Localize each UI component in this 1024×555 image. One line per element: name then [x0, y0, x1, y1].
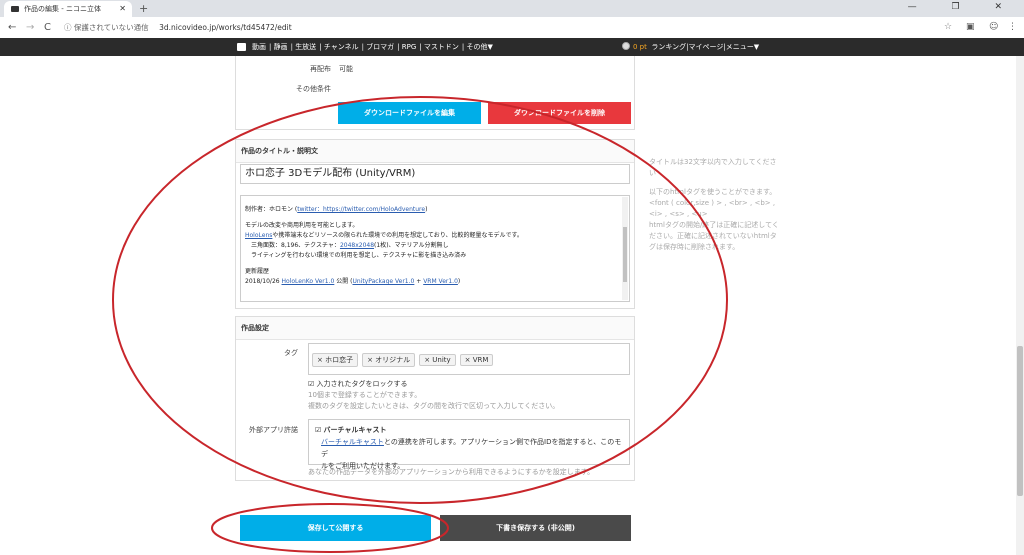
side-help-title-rule: タイトルは32文字以内で入力してください: [649, 158, 777, 177]
delete-download-file-button[interactable]: ダウンロードファイルを削除: [488, 102, 631, 124]
menu-link[interactable]: メニュー▼: [726, 43, 759, 51]
window-controls[interactable]: — ❐ ✕: [908, 0, 1018, 15]
vcast-checkbox[interactable]: ☑: [315, 426, 321, 434]
textarea-scrollbar[interactable]: [622, 197, 628, 300]
nav-link-channel[interactable]: チャンネル: [324, 43, 359, 51]
forward-icon[interactable]: →: [26, 17, 34, 38]
vrm-link[interactable]: VRM Ver1.0: [423, 278, 458, 285]
desc-text: や携帯端末などリソースの限られた環境での利用を想定しており、比較的軽量なモデルで…: [272, 232, 523, 239]
lock-checkbox[interactable]: ☑: [308, 380, 314, 388]
desc-text: (1枚)、マテリアル分割無し: [374, 242, 449, 249]
nav-link-rpg[interactable]: RPG: [402, 43, 417, 51]
redistribution-value: 可能: [339, 65, 353, 73]
url-field[interactable]: ⓘ 保護されていない通信 3d.nicovideo.jp/works/td454…: [64, 20, 964, 35]
description-line: HoloLensや携帯端末などリソースの限られた環境での利用を想定しており、比較…: [245, 231, 625, 241]
back-icon[interactable]: ←: [8, 17, 16, 38]
description-textarea[interactable]: 制作者：ホロモン (twitter：https://twitter.com/Ho…: [240, 195, 630, 302]
other-conditions-label: その他条件: [296, 85, 331, 93]
desc-text: 2018/10/26: [245, 278, 282, 285]
side-help: タイトルは32文字以内で入力してください 以下のhtmlタグを使うことができます…: [649, 157, 779, 253]
site-nav: 動画 | 静画 | 生放送 | チャンネル | ブロマガ | RPG | マストドン | その…: [252, 43, 493, 51]
external-app-box: ☑ バーチャルキャスト バーチャルキャストとの連携を許可します。アプリケーション…: [308, 419, 630, 470]
hololens-link[interactable]: HoloLens: [245, 232, 272, 239]
vcast-desc: バーチャルキャストとの連携を許可します。アプリケーション側で作品IDを指定すると…: [315, 436, 623, 460]
side-help-note: htmlタグの開始/終了は正確に記述してください。正確に記述されていないhtml…: [649, 221, 779, 251]
save-draft-button[interactable]: 下書き保存する (非公開): [440, 515, 631, 541]
desc-text: 三角面数：8,196、テクスチャ：: [245, 242, 340, 249]
redistribution-label: 再配布: [310, 65, 331, 73]
browser-tabstrip: 作品の編集 - ニコニ立体 ✕ + — ❐ ✕: [0, 0, 1024, 17]
page-scrollbar-thumb[interactable]: [1017, 346, 1023, 496]
site-header: 動画 | 静画 | 生放送 | チャンネル | ブロマガ | RPG | マストドン | その…: [0, 38, 1024, 56]
mypage-link[interactable]: マイページ: [688, 43, 723, 51]
tag-chip[interactable]: × オリジナル: [362, 353, 416, 367]
description-line: ライティングを行わない環境での利用を想定し、テクスチャに影を描き込み済み: [245, 252, 467, 259]
nav-link-live[interactable]: 生放送: [295, 43, 316, 51]
title-description-panel: 作品のタイトル・説明文 ホロ恋子 3Dモデル配布 (Unity/VRM) 制作者…: [235, 139, 635, 309]
address-bar: ← → C ⓘ 保護されていない通信 3d.nicovideo.jp/works…: [0, 17, 1024, 39]
side-help-tag-list: <font ( color,size ) > , <br> , <b> , <i…: [649, 199, 776, 218]
save-publish-button[interactable]: 保存して公開する: [240, 515, 431, 541]
browser-menu-icon[interactable]: ⋮: [1008, 21, 1017, 34]
nav-link-other[interactable]: その他▼: [466, 43, 492, 51]
niconico-tv-icon[interactable]: [237, 43, 246, 51]
description-line: 更新履歴: [245, 268, 270, 275]
site-header-right: 0 pt ランキング|マイページ|メニュー▼: [622, 38, 759, 56]
title-input[interactable]: ホロ恋子 3Dモデル配布 (Unity/VRM): [240, 164, 630, 184]
profile-icon[interactable]: ☺: [989, 21, 998, 34]
edit-download-file-button[interactable]: ダウンロードファイルを編集: [338, 102, 481, 124]
desc-text: 公開 (: [334, 278, 353, 285]
favicon-icon: [11, 6, 19, 12]
reload-icon[interactable]: C: [44, 17, 51, 38]
version-link[interactable]: HoloLenKo Ver1.0: [282, 278, 335, 285]
desc-text: ): [457, 278, 461, 285]
tag-input[interactable]: × ホロ恋子 × オリジナル × Unity × VRM: [308, 343, 630, 375]
external-hint: あなたの作品データを外部のアプリケーションから利用できるようにするかを設定します…: [308, 468, 595, 476]
tab-close-icon[interactable]: ✕: [119, 1, 126, 17]
tag-chip[interactable]: × ホロ恋子: [312, 353, 359, 367]
title-section-heading: 作品のタイトル・説明文: [236, 140, 634, 163]
nav-link-seiga[interactable]: 静画: [274, 43, 288, 51]
vcast-label: バーチャルキャスト: [323, 426, 387, 434]
settings-panel: 作品設定 タグ × ホロ恋子 × オリジナル × Unity × VRM ☑ 入力され…: [235, 316, 635, 481]
nav-link-blomaga[interactable]: ブロマガ: [366, 43, 394, 51]
ranking-link[interactable]: ランキング: [651, 43, 686, 51]
url-text: 3d.nicovideo.jp/works/td45472/edit: [159, 23, 292, 32]
description-line: 2018/10/26 HoloLenKo Ver1.0 公開 (UnityPac…: [245, 277, 625, 287]
security-indicator[interactable]: ⓘ 保護されていない通信: [64, 23, 149, 32]
vcast-link[interactable]: バーチャルキャスト: [321, 438, 384, 446]
extension-icon[interactable]: ▣: [966, 21, 975, 34]
description-line: 三角面数：8,196、テクスチャ：2048x2048(1枚)、マテリアル分割無し: [245, 241, 625, 251]
tag-chip[interactable]: × VRM: [459, 354, 494, 366]
tag-label: タグ: [284, 349, 298, 357]
points-display[interactable]: 0 pt: [633, 43, 647, 51]
bookmark-star-icon[interactable]: ☆: [944, 20, 952, 35]
tag-hint-2: 複数のタグを設定したいときは、タグの間を改行で区切って入力してください。: [308, 402, 560, 410]
side-help-tags: 以下のhtmlタグを使うことができます。: [649, 188, 777, 196]
desc-text: 制作者：ホロモン (: [245, 206, 298, 213]
coin-icon: [622, 42, 630, 50]
new-tab-button[interactable]: +: [139, 0, 148, 17]
twitter-link[interactable]: twitter：https://twitter.com/HoloAdventur…: [297, 206, 425, 213]
texture-size-link[interactable]: 2048x2048: [340, 242, 374, 249]
lock-tags-row[interactable]: ☑ 入力されたタグをロックする: [308, 379, 408, 389]
desc-text: ): [425, 206, 428, 213]
tag-chip[interactable]: × Unity: [419, 354, 456, 366]
external-app-label: 外部アプリ許諾: [249, 426, 298, 434]
description-line: 制作者：ホロモン (twitter：https://twitter.com/Ho…: [245, 205, 625, 215]
settings-heading: 作品設定: [236, 317, 634, 340]
nav-link-douga[interactable]: 動画: [252, 43, 266, 51]
tab-title: 作品の編集 - ニコニ立体: [24, 5, 101, 13]
nav-link-mastodon[interactable]: マストドン: [424, 43, 459, 51]
vcast-row[interactable]: ☑ バーチャルキャスト: [315, 424, 623, 436]
download-panel: 再配布 可能 その他条件 ダウンロードファイルを編集 ダウンロードファイルを削除: [235, 56, 635, 130]
browser-tab[interactable]: 作品の編集 - ニコニ立体 ✕: [4, 1, 132, 17]
description-line: モデルの改変や商用利用を可能とします。: [245, 222, 359, 229]
unitypackage-link[interactable]: UnityPackage Ver1.0: [352, 278, 414, 285]
lock-label: 入力されたタグをロックする: [316, 380, 408, 388]
tag-hint-1: 10個まで登録することができます。: [308, 391, 422, 399]
desc-text: +: [414, 278, 424, 285]
